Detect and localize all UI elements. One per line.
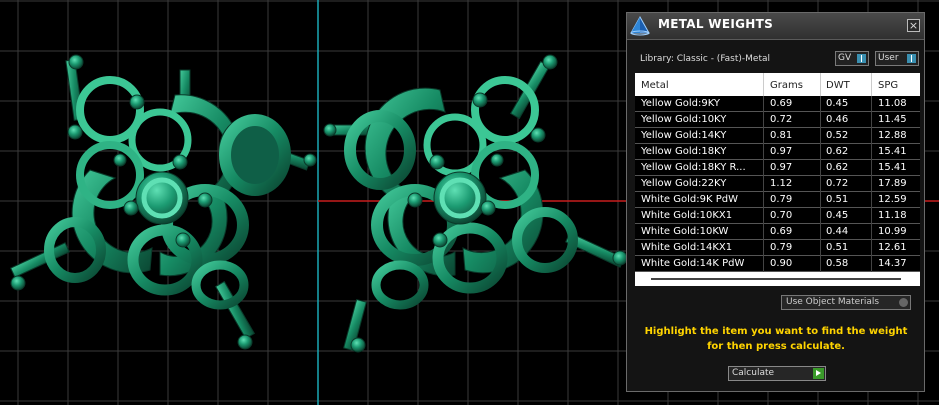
column-header-grams[interactable]: Grams xyxy=(770,80,803,91)
table-row[interactable]: Yellow Gold:10KY 0.72 0.46 11.45 xyxy=(635,112,920,128)
table-cell: 12.59 xyxy=(878,194,907,205)
table-row[interactable]: White Gold:9K PdW 0.79 0.51 12.59 xyxy=(635,192,920,208)
library-label: Library: Classic - (Fast)-Metal xyxy=(640,54,771,64)
metal-table[interactable]: Metal Grams DWT SPG Yellow Gold:9KY 0.69 0… xyxy=(635,73,920,286)
table-cell: Yellow Gold:22KY xyxy=(641,178,727,189)
table-cell: 1.12 xyxy=(770,178,793,189)
table-row[interactable]: White Gold:14K PdW 0.90 0.58 14.37 xyxy=(635,256,920,272)
toggle-indicator-icon xyxy=(899,298,908,307)
table-cell: 0.51 xyxy=(826,194,849,205)
pyramid-logo-icon xyxy=(630,16,650,36)
table-row[interactable]: White Gold:14KX1 0.79 0.51 12.61 xyxy=(635,240,920,256)
table-row[interactable]: White Gold:10KX1 0.70 0.45 11.18 xyxy=(635,208,920,224)
gv-toggle-label: GV xyxy=(838,53,852,63)
play-arrow-icon xyxy=(813,368,824,379)
table-row[interactable]: Yellow Gold:9KY 0.69 0.45 11.08 xyxy=(635,96,920,112)
table-row[interactable]: Yellow Gold:18KY 0.97 0.62 15.41 xyxy=(635,144,920,160)
close-icon: × xyxy=(908,19,919,32)
column-header-dwt[interactable]: DWT xyxy=(826,80,850,91)
table-cell: 0.62 xyxy=(826,162,849,173)
table-cell: 12.88 xyxy=(878,130,907,141)
table-cell: White Gold:14KX1 xyxy=(641,242,733,253)
panel-titlebar[interactable]: METAL WEIGHTS × xyxy=(627,13,924,40)
panel-title: METAL WEIGHTS xyxy=(658,17,774,31)
table-cell: 0.52 xyxy=(826,130,849,141)
horizontal-scrollbar[interactable] xyxy=(635,273,920,286)
table-header: Metal Grams DWT SPG xyxy=(635,73,920,96)
table-cell: 0.79 xyxy=(770,194,793,205)
table-row[interactable]: White Gold:10KW 0.69 0.44 10.99 xyxy=(635,224,920,240)
jewelry-model-right[interactable] xyxy=(323,54,628,353)
table-cell: 14.37 xyxy=(878,258,907,269)
table-cell: White Gold:9K PdW xyxy=(641,194,738,205)
table-cell: White Gold:14K PdW xyxy=(641,258,745,269)
table-cell: White Gold:10KX1 xyxy=(641,210,733,221)
table-cell: 0.79 xyxy=(770,242,793,253)
toggle-indicator-icon xyxy=(857,54,866,63)
column-header-spg[interactable]: SPG xyxy=(878,80,898,91)
table-cell: 0.45 xyxy=(826,98,849,109)
table-cell: 0.81 xyxy=(770,130,793,141)
metal-weights-panel: METAL WEIGHTS × Library: Classic - (Fast… xyxy=(626,12,925,392)
calculate-label: Calculate xyxy=(732,368,775,378)
table-cell: Yellow Gold:9KY xyxy=(641,98,720,109)
toggle-indicator-icon xyxy=(907,54,916,63)
table-cell: Yellow Gold:10KY xyxy=(641,114,727,125)
table-cell: Yellow Gold:18KY R... xyxy=(641,162,746,173)
table-cell: 0.72 xyxy=(770,114,793,125)
table-row[interactable]: Yellow Gold:22KY 1.12 0.72 17.89 xyxy=(635,176,920,192)
user-toggle-label: User xyxy=(878,53,899,63)
table-cell: Yellow Gold:18KY xyxy=(641,146,727,157)
close-button[interactable]: × xyxy=(907,19,920,32)
table-cell: 0.69 xyxy=(770,98,793,109)
table-cell: 0.51 xyxy=(826,242,849,253)
use-object-materials-button[interactable]: Use Object Materials xyxy=(781,295,911,310)
table-cell: 0.69 xyxy=(770,226,793,237)
table-cell: 0.97 xyxy=(770,146,793,157)
scrollbar-thumb[interactable] xyxy=(651,278,901,280)
table-cell: 10.99 xyxy=(878,226,907,237)
table-cell: 0.44 xyxy=(826,226,849,237)
table-row[interactable]: Yellow Gold:18KY R... 0.97 0.62 15.41 xyxy=(635,160,920,176)
help-text: Highlight the item you want to find the … xyxy=(644,326,908,352)
table-cell: 0.72 xyxy=(826,178,849,189)
table-cell: 15.41 xyxy=(878,146,907,157)
table-cell: 0.62 xyxy=(826,146,849,157)
table-body: Yellow Gold:9KY 0.69 0.45 11.08 Yellow Gold:… xyxy=(635,96,920,272)
column-header-metal[interactable]: Metal xyxy=(641,80,669,91)
table-cell: 0.45 xyxy=(826,210,849,221)
user-toggle[interactable]: User xyxy=(875,51,919,66)
table-cell: 0.46 xyxy=(826,114,849,125)
table-cell: 0.97 xyxy=(770,162,793,173)
calculate-button[interactable]: Calculate xyxy=(728,366,826,381)
table-cell: 0.70 xyxy=(770,210,793,221)
table-cell: White Gold:10KW xyxy=(641,226,729,237)
table-cell: 11.18 xyxy=(878,210,907,221)
table-cell: 11.45 xyxy=(878,114,907,125)
use-object-materials-label: Use Object Materials xyxy=(786,297,880,307)
table-cell: 11.08 xyxy=(878,98,907,109)
table-cell: 0.90 xyxy=(770,258,793,269)
table-cell: 0.58 xyxy=(826,258,849,269)
jewelry-model-left[interactable] xyxy=(10,54,317,350)
table-row[interactable]: Yellow Gold:14KY 0.81 0.52 12.88 xyxy=(635,128,920,144)
gv-toggle[interactable]: GV xyxy=(835,51,869,66)
table-cell: 15.41 xyxy=(878,162,907,173)
table-cell: 12.61 xyxy=(878,242,907,253)
table-cell: Yellow Gold:14KY xyxy=(641,130,727,141)
table-cell: 17.89 xyxy=(878,178,907,189)
